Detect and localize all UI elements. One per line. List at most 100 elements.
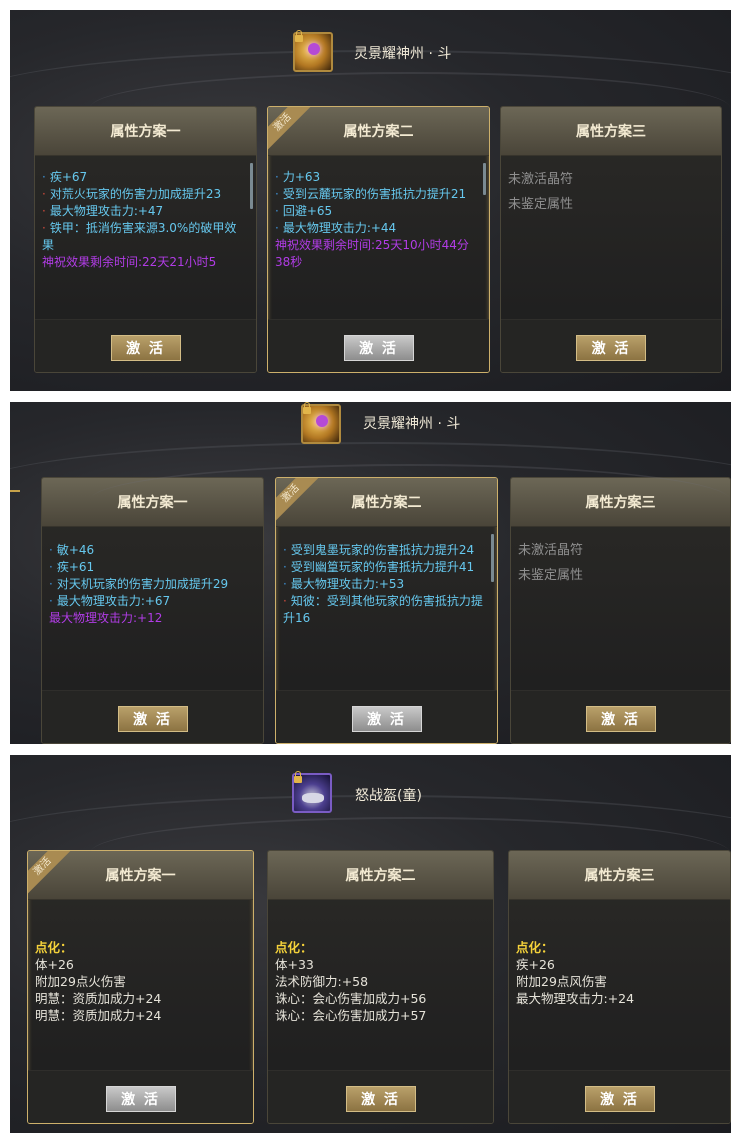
card-footer: 激 活 bbox=[35, 319, 256, 372]
attribute-list: · 敏+46 · 疾+61 · 对天机玩家的伤害力加成提升29 · 最大物理攻击力:+6… bbox=[49, 542, 253, 627]
attribute-list: 点化： 体+26 附加29点火伤害 明慧：资质加成力+24 明慧：资质加成力+2… bbox=[35, 939, 243, 1024]
attribute-line: · 最大物理攻击力:+44 bbox=[275, 221, 397, 235]
attribute-line: · 知彼：受到其他玩家的伤害抵抗力提升16 bbox=[283, 594, 483, 625]
scheme-card-2[interactable]: 属性方案二 点化： 体+33 法术防御力:+58 诛心：会心伤害加成力+56 诛… bbox=[267, 850, 494, 1124]
scheme-title: 属性方案二 bbox=[351, 495, 422, 511]
attribute-line: · 铁甲：抵消伤害来源3.0%的破甲效果 bbox=[42, 221, 237, 252]
scheme-title: 属性方案三 bbox=[584, 868, 655, 884]
attribute-line: 疾+26 bbox=[516, 957, 555, 972]
unidentified-attr-text: 未鉴定属性 bbox=[518, 568, 584, 583]
card-header: 属性方案一 bbox=[35, 107, 256, 156]
scheme-title: 属性方案一 bbox=[110, 124, 181, 140]
item-name: 灵景耀神州 · 斗 bbox=[363, 416, 461, 432]
card-footer: 激 活 bbox=[501, 319, 721, 372]
scheme-card-1[interactable]: 属性方案一 · 敏+46 · 疾+61 · 对天机玩家的伤害力加成提升29 · 最大物理… bbox=[41, 477, 264, 744]
card-footer: 激 活 bbox=[42, 690, 263, 743]
attribute-line: 附加29点火伤害 bbox=[35, 974, 126, 989]
attribute-line: 诛心：会心伤害加成力+56 bbox=[275, 991, 427, 1006]
attribute-line: 体+26 bbox=[35, 957, 74, 972]
attribute-list: 未激活晶符 未鉴定属性 bbox=[518, 538, 720, 588]
attribute-line: 明慧：资质加成力+24 bbox=[35, 991, 162, 1006]
attribute-line: 诛心：会心伤害加成力+57 bbox=[275, 1008, 427, 1023]
active-ribbon: 激活 bbox=[268, 107, 318, 157]
card-header: 属性方案三 bbox=[511, 478, 730, 527]
attribute-line: · 最大物理攻击力:+67 bbox=[49, 594, 171, 608]
card-header: 属性方案三 bbox=[509, 851, 730, 900]
panel-header: 灵景耀神州 · 斗 bbox=[10, 402, 731, 482]
panel-header: 怒战盔(童) bbox=[10, 755, 731, 835]
active-ribbon: 激活 bbox=[28, 851, 78, 901]
attribute-line: · 力+63 bbox=[275, 170, 321, 184]
active-ribbon: 激活 bbox=[276, 478, 326, 528]
activate-button[interactable]: 激 活 bbox=[343, 335, 414, 361]
activate-button[interactable]: 激 活 bbox=[585, 706, 656, 732]
card-footer: 激 活 bbox=[268, 319, 489, 372]
attribute-line: · 对荒火玩家的伤害力加成提升23 bbox=[42, 187, 222, 201]
inactive-rune-text: 未激活晶符 bbox=[518, 543, 584, 558]
blessing-timer: 神祝效果剩余时间:22天21小时5 bbox=[42, 255, 217, 269]
activate-button[interactable]: 激 活 bbox=[110, 335, 181, 361]
lock-icon bbox=[303, 402, 311, 414]
scheme-card-3[interactable]: 属性方案三 未激活晶符 未鉴定属性 激 活 bbox=[510, 477, 731, 744]
card-header: 属性方案二 bbox=[276, 478, 497, 527]
attribute-line: 明慧：资质加成力+24 bbox=[35, 1008, 162, 1023]
scrollbar[interactable] bbox=[250, 163, 253, 209]
card-footer: 激 活 bbox=[511, 690, 730, 743]
card-footer: 激 活 bbox=[276, 690, 497, 743]
attribute-line: · 受到云麓玩家的伤害抵抗力提升21 bbox=[275, 187, 467, 201]
attribute-line: · 最大物理攻击力:+47 bbox=[42, 204, 164, 218]
card-footer: 激 活 bbox=[268, 1070, 493, 1123]
attribute-line: 附加29点风伤害 bbox=[516, 974, 607, 989]
scheme-title: 属性方案三 bbox=[585, 495, 656, 511]
decoration bbox=[10, 490, 20, 492]
attribute-line: · 疾+67 bbox=[42, 170, 88, 184]
inactive-rune-text: 未激活晶符 bbox=[508, 172, 574, 187]
scheme-card-1[interactable]: 属性方案一 激活 点化： 体+26 附加29点火伤害 明慧：资质加成力+24 明… bbox=[27, 850, 254, 1124]
scrollbar[interactable] bbox=[491, 534, 494, 582]
scheme-title: 属性方案三 bbox=[576, 124, 646, 140]
scheme-card-3[interactable]: 属性方案三 未激活晶符 未鉴定属性 激 活 bbox=[500, 106, 722, 373]
scheme-card-1[interactable]: 属性方案一 · 疾+67 · 对荒火玩家的伤害力加成提升23 · 最大物理攻击力:+4… bbox=[34, 106, 257, 373]
attribute-line: · 疾+61 bbox=[49, 560, 95, 574]
attribute-line: 体+33 bbox=[275, 957, 314, 972]
activate-button[interactable]: 激 活 bbox=[105, 1086, 176, 1112]
attribute-list: 未激活晶符 未鉴定属性 bbox=[508, 167, 711, 217]
lock-icon bbox=[294, 771, 302, 783]
attribute-line: · 受到幽篁玩家的伤害抵抗力提升41 bbox=[283, 560, 475, 574]
scheme-title: 属性方案二 bbox=[343, 124, 414, 140]
equipment-panel-1: 灵景耀神州 · 斗 属性方案一 · 疾+67 · 对荒火玩家的伤害力加成提升23 ·… bbox=[10, 10, 731, 391]
equipment-panel-3: 怒战盔(童) 属性方案一 激活 点化： 体+26 附加29点火伤害 明慧：资质加… bbox=[10, 755, 731, 1133]
scheme-title: 属性方案二 bbox=[345, 868, 416, 884]
scheme-card-2[interactable]: 属性方案二 激活 · 力+63 · 受到云麓玩家的伤害抵抗力提升21 · 回避+65 … bbox=[267, 106, 490, 373]
attribute-line: · 敏+46 bbox=[49, 543, 95, 557]
activate-button[interactable]: 激 活 bbox=[351, 706, 422, 732]
panel-header: 灵景耀神州 · 斗 bbox=[10, 10, 731, 90]
attribute-line: 最大物理攻击力:+24 bbox=[516, 991, 635, 1006]
card-header: 属性方案一 bbox=[42, 478, 263, 527]
unidentified-attr-text: 未鉴定属性 bbox=[508, 197, 574, 212]
card-footer: 激 活 bbox=[509, 1070, 730, 1123]
attribute-list: 点化： 体+33 法术防御力:+58 诛心：会心伤害加成力+56 诛心：会心伤害… bbox=[275, 939, 483, 1024]
card-footer: 激 活 bbox=[28, 1070, 253, 1123]
activate-button[interactable]: 激 活 bbox=[345, 1086, 416, 1112]
attribute-list: 点化： 疾+26 附加29点风伤害 最大物理攻击力:+24 bbox=[516, 939, 720, 1007]
attribute-line: · 回避+65 bbox=[275, 204, 333, 218]
attribute-list: · 力+63 · 受到云麓玩家的伤害抵抗力提升21 · 回避+65 · 最大物理攻击力:… bbox=[275, 169, 479, 271]
blessing-timer: 神祝效果剩余时间:25天10小时44分38秒 bbox=[275, 238, 469, 269]
card-header: 属性方案二 bbox=[268, 851, 493, 900]
item-name: 怒战盔(童) bbox=[355, 788, 422, 804]
activate-button[interactable]: 激 活 bbox=[584, 1086, 655, 1112]
attribute-list: · 受到鬼墨玩家的伤害抵抗力提升24 · 受到幽篁玩家的伤害抵抗力提升41 · 最大物… bbox=[283, 542, 487, 627]
activate-button[interactable]: 激 活 bbox=[576, 335, 646, 361]
scheme-card-3[interactable]: 属性方案三 点化： 疾+26 附加29点风伤害 最大物理攻击力:+24 激 活 bbox=[508, 850, 731, 1124]
attribute-list: · 疾+67 · 对荒火玩家的伤害力加成提升23 · 最大物理攻击力:+47 · 铁甲：… bbox=[42, 169, 246, 271]
equipment-panel-2: 灵景耀神州 · 斗 属性方案一 · 敏+46 · 疾+61 · 对天机玩家的伤害力加成… bbox=[10, 402, 731, 744]
scheme-card-2[interactable]: 属性方案二 激活 · 受到鬼墨玩家的伤害抵抗力提升24 · 受到幽篁玩家的伤害抵抗力… bbox=[275, 477, 498, 744]
activate-button[interactable]: 激 活 bbox=[117, 706, 188, 732]
item-name: 灵景耀神州 · 斗 bbox=[354, 46, 452, 62]
refine-label: 点化： bbox=[35, 940, 73, 955]
card-header: 属性方案三 bbox=[501, 107, 721, 156]
attribute-line: · 受到鬼墨玩家的伤害抵抗力提升24 bbox=[283, 543, 475, 557]
scrollbar[interactable] bbox=[483, 163, 486, 195]
refine-label: 点化： bbox=[516, 940, 554, 955]
